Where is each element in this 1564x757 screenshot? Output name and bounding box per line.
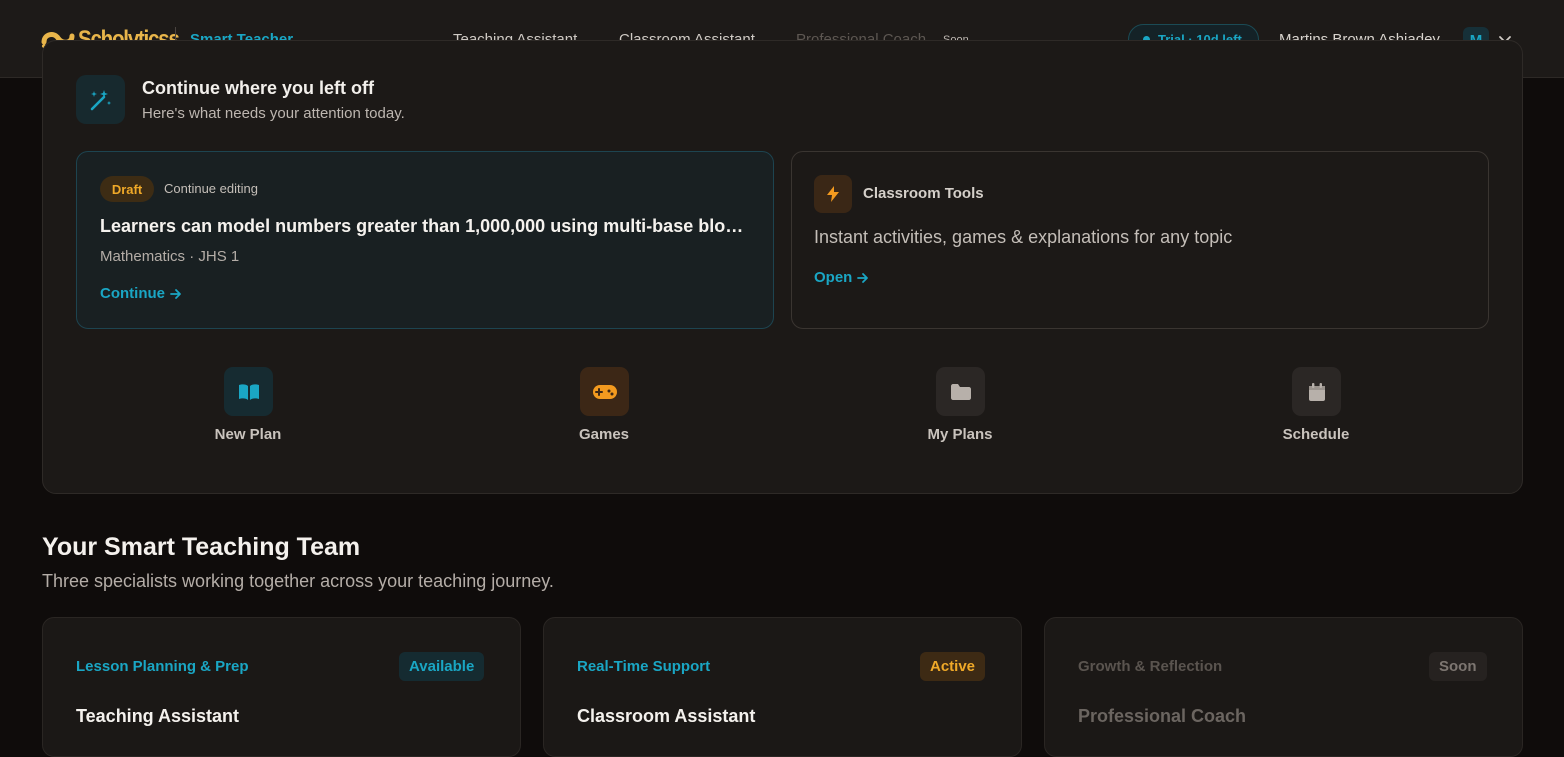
continue-link-label: Continue xyxy=(100,285,165,302)
arrow-right-icon xyxy=(170,288,181,299)
folder-icon xyxy=(936,367,985,416)
calendar-icon xyxy=(1292,367,1341,416)
specialist-category: Growth & Reflection xyxy=(1078,658,1223,675)
wand-icon-box xyxy=(76,75,125,124)
specialist-name: Professional Coach xyxy=(1078,706,1247,726)
section-title: Continue where you left off xyxy=(142,78,374,98)
quick-action-label: Games xyxy=(578,426,630,443)
bolt-icon-box xyxy=(814,175,852,213)
arrow-right-icon xyxy=(857,272,869,283)
quick-action-games[interactable]: Games xyxy=(564,367,644,447)
continue-link[interactable]: Continue xyxy=(100,285,183,302)
quick-action-new-plan[interactable]: New Plan xyxy=(208,367,288,447)
book-icon xyxy=(224,367,273,416)
draft-meta: Mathematics · JHS 1 xyxy=(100,248,240,265)
section-subtitle: Here's what needs your attention today. xyxy=(142,105,405,122)
tools-description: Instant activities, games & explanations… xyxy=(814,227,1233,247)
specialist-name: Classroom Assistant xyxy=(577,706,756,726)
draft-title[interactable]: Learners can model numbers greater than … xyxy=(100,216,752,237)
quick-action-label: Schedule xyxy=(1282,426,1350,443)
lightning-icon xyxy=(827,186,839,202)
status-badge: Soon xyxy=(1429,652,1487,681)
quick-action-label: New Plan xyxy=(214,426,282,443)
status-badge: Available xyxy=(399,652,485,681)
magic-wand-icon xyxy=(90,89,111,110)
specialist-category: Real-Time Support xyxy=(577,658,711,675)
team-title: Your Smart Teaching Team xyxy=(42,533,361,561)
team-subtitle: Three specialists working together acros… xyxy=(42,571,554,591)
specialist-category: Lesson Planning & Prep xyxy=(76,658,249,675)
specialist-card-professional-coach: Growth & Reflection Soon Professional Co… xyxy=(1044,617,1523,757)
quick-action-schedule[interactable]: Schedule xyxy=(1276,367,1356,447)
quick-action-my-plans[interactable]: My Plans xyxy=(920,367,1000,447)
tools-title: Classroom Tools xyxy=(863,185,984,202)
quick-action-label: My Plans xyxy=(927,426,993,443)
open-link[interactable]: Open xyxy=(814,269,870,286)
draft-badge: Draft xyxy=(100,176,154,202)
specialist-card-classroom-assistant[interactable]: Real-Time Support Active Classroom Assis… xyxy=(543,617,1022,757)
specialist-name: Teaching Assistant xyxy=(76,706,240,726)
status-badge: Active xyxy=(920,652,986,681)
specialist-card-teaching-assistant[interactable]: Lesson Planning & Prep Available Teachin… xyxy=(42,617,521,757)
draft-card[interactable] xyxy=(76,151,774,329)
gamepad-icon xyxy=(580,367,629,416)
open-link-label: Open xyxy=(814,269,853,286)
draft-status: Continue editing xyxy=(164,181,258,196)
